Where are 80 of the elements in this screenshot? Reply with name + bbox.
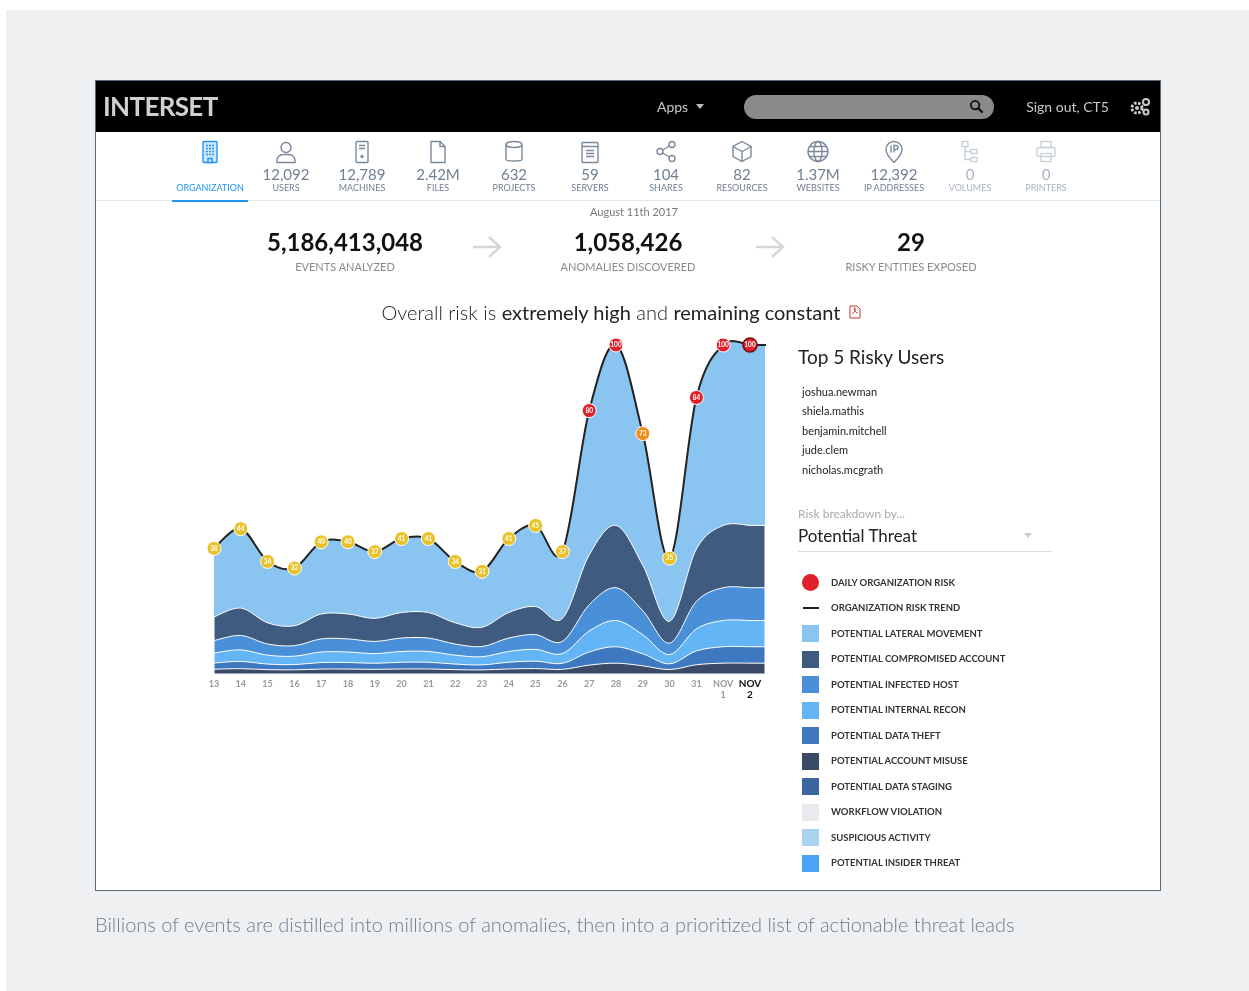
apps-menu[interactable]: Apps	[656, 96, 705, 117]
user-link[interactable]: jude.clem	[802, 442, 1054, 458]
nav-tab[interactable]: 2.42M FILES	[400, 132, 476, 201]
nav-tab[interactable]: 12,392 IP ADDRESSES	[856, 132, 932, 201]
stat-value: 29	[897, 226, 925, 257]
stat-value: 1,058,426	[573, 226, 683, 257]
globe-icon	[806, 139, 830, 165]
axis-label: 14	[234, 678, 247, 689]
database-icon	[502, 139, 526, 165]
stat-label: ANOMALIES DISCOVERED	[560, 258, 696, 275]
risk-headline: Overall risk is extremely high and remaining constant	[381, 299, 841, 326]
axis-label: NOV 2	[738, 678, 762, 700]
legend-label: POTENTIAL ACCOUNT MISUSE	[831, 754, 968, 769]
legend-label: POTENTIAL COMPROMISED ACCOUNT	[831, 652, 1006, 667]
document-icon	[578, 139, 602, 165]
axis-label: 26	[556, 678, 569, 689]
legend-label: POTENTIAL INFECTED HOST	[831, 677, 959, 692]
axis-label: 20	[395, 678, 408, 689]
user-link[interactable]: joshua.newman	[802, 383, 1054, 399]
arrow-icon	[753, 234, 786, 259]
location-pin-icon	[882, 139, 906, 165]
nav-tab[interactable]: 12,092 USERS	[248, 132, 324, 201]
legend-label: POTENTIAL DATA STAGING	[831, 779, 952, 794]
stat-label: RISKY ENTITIES EXPOSED	[845, 258, 977, 275]
axis-label: 23	[475, 678, 489, 689]
breakdown-dropdown[interactable]: Potential Threat	[798, 523, 1052, 552]
legend-label: POTENTIAL INSIDER THREAT	[831, 856, 961, 871]
axis-label: 18	[341, 678, 355, 689]
stat-label: EVENTS ANALYZED	[295, 258, 395, 275]
printer-icon	[1034, 139, 1058, 165]
axis-label: 22	[448, 678, 462, 689]
search-field[interactable]	[744, 94, 995, 119]
nav-tab[interactable]: 59 SERVERS	[552, 132, 628, 201]
panel-title: Top 5 Risky Users	[798, 344, 946, 370]
nav-tab[interactable]: 82 RESOURCES	[704, 132, 780, 201]
share-icon	[654, 139, 678, 165]
axis-label: 28	[609, 678, 623, 689]
arrow-icon	[470, 234, 503, 259]
axis-label: 21	[422, 678, 435, 689]
axis-label: NOV 1	[712, 678, 735, 700]
nav-tab[interactable]: 632 PROJECTS	[476, 132, 552, 201]
user-link[interactable]: nicholas.mcgrath	[802, 461, 1054, 477]
axis-label: 29	[636, 678, 649, 689]
axis-label: 15	[261, 678, 274, 689]
user-link[interactable]: shiela.mathis	[802, 403, 1054, 419]
legend-label: WORKFLOW VIOLATION	[831, 805, 943, 820]
logo: INTERSET	[103, 89, 218, 124]
nav-tab[interactable]: 104 SHARES	[628, 132, 704, 201]
sign-out-link[interactable]: Sign out, CT5	[1026, 96, 1109, 117]
axis-label: 16	[288, 678, 301, 689]
user-icon	[274, 139, 298, 165]
nav-tab[interactable]: 12,789 MACHINES	[324, 132, 400, 201]
nav-tab[interactable]: 1.37M WEBSITES	[780, 132, 856, 201]
axis-label: 31	[690, 678, 703, 689]
user-link[interactable]: benjamin.mitchell	[802, 422, 1054, 438]
legend-label: POTENTIAL INTERNAL RECON	[831, 703, 966, 718]
legend-label: DAILY ORGANIZATION RISK	[831, 575, 955, 590]
dropdown-label: Risk breakdown by...	[798, 505, 907, 523]
caret-icon	[1024, 533, 1032, 539]
axis-label: 24	[502, 678, 515, 689]
figure-caption: Billions of events are distilled into millions of anomalies, then into a prioritized list of actionable threat leads	[95, 911, 1016, 938]
search-icon	[969, 99, 985, 114]
axis-label: 27	[582, 678, 596, 689]
axis-label: 25	[529, 678, 542, 689]
pdf-icon[interactable]	[848, 305, 863, 319]
nav-tab[interactable]: ORGANIZATION	[172, 132, 248, 201]
legend-label: ORGANIZATION RISK TREND	[831, 601, 961, 616]
axis-label: 30	[663, 678, 676, 689]
cube-icon	[730, 139, 754, 165]
caret-icon	[696, 104, 705, 109]
date-label: August 11th 2017	[589, 204, 679, 220]
legend-line	[803, 607, 819, 610]
legend-label: POTENTIAL LATERAL MOVEMENT	[831, 626, 983, 641]
axis-label: 13	[207, 678, 221, 689]
stat-value: 5,186,413,048	[266, 226, 424, 257]
legend-label: SUSPICIOUS ACTIVITY	[831, 830, 931, 845]
settings-icon[interactable]	[1129, 96, 1151, 117]
axis-label: 17	[314, 678, 328, 689]
legend-label: POTENTIAL DATA THEFT	[831, 728, 941, 743]
axis-label: 19	[368, 678, 381, 689]
